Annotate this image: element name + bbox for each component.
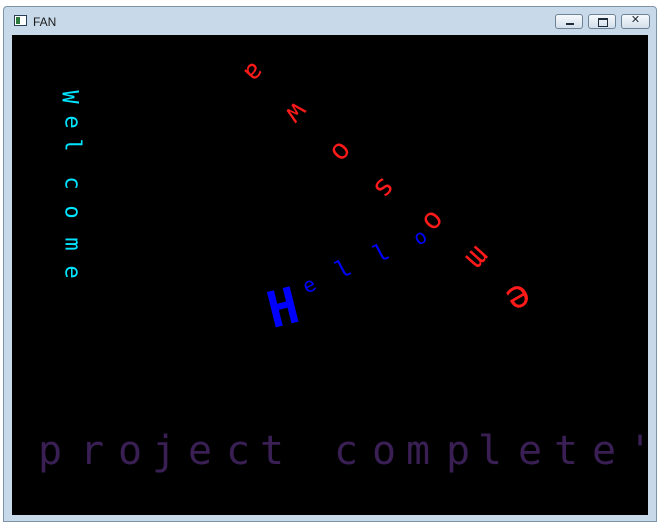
- awosome-char: a: [237, 56, 271, 88]
- fan-window: FAN ✕ W e l c o m e a w o s o m e H e l …: [3, 6, 657, 522]
- awosome-char: o: [323, 135, 360, 170]
- hello-char: l: [330, 253, 357, 285]
- close-button[interactable]: ✕: [621, 13, 650, 29]
- project-char: m: [406, 428, 431, 474]
- welcome-char: o: [59, 205, 85, 219]
- window-title: FAN: [33, 15, 57, 29]
- project-char: t: [554, 428, 579, 474]
- minimize-button[interactable]: [555, 14, 583, 29]
- project-char: e: [592, 428, 617, 474]
- project-char: p: [446, 428, 471, 474]
- hello-char: e: [298, 271, 320, 299]
- hello-char: o: [409, 223, 431, 251]
- title-bar[interactable]: FAN ✕: [4, 7, 656, 37]
- project-char: ': [628, 431, 648, 471]
- awosome-char: s: [366, 170, 404, 207]
- hello-char: H: [261, 276, 305, 340]
- project-char: e: [518, 428, 543, 474]
- project-char: l: [478, 428, 503, 474]
- welcome-char: l: [59, 138, 85, 152]
- app-icon: [14, 15, 27, 26]
- awosome-char: m: [458, 238, 498, 277]
- welcome-char: e: [59, 265, 85, 279]
- maximize-button[interactable]: [588, 14, 616, 29]
- project-char: e: [188, 428, 213, 474]
- hello-char: l: [368, 237, 395, 269]
- close-icon: ✕: [630, 13, 641, 26]
- welcome-char: c: [59, 176, 85, 190]
- drawing-canvas: W e l c o m e a w o s o m e H e l l o p …: [12, 35, 648, 515]
- awosome-char: e: [498, 274, 541, 324]
- maximize-icon: [598, 18, 608, 27]
- minimize-icon: [566, 23, 574, 25]
- project-char: r: [80, 428, 105, 474]
- project-char: p: [38, 428, 63, 474]
- welcome-char: e: [59, 115, 85, 129]
- awosome-char: w: [278, 96, 315, 131]
- project-char: o: [118, 428, 143, 474]
- project-char: t: [260, 428, 285, 474]
- project-char: c: [226, 428, 251, 474]
- project-char: c: [334, 428, 359, 474]
- welcome-char: m: [59, 237, 85, 251]
- project-char: j: [152, 428, 177, 474]
- welcome-char: W: [56, 90, 82, 104]
- project-char: o: [372, 428, 397, 474]
